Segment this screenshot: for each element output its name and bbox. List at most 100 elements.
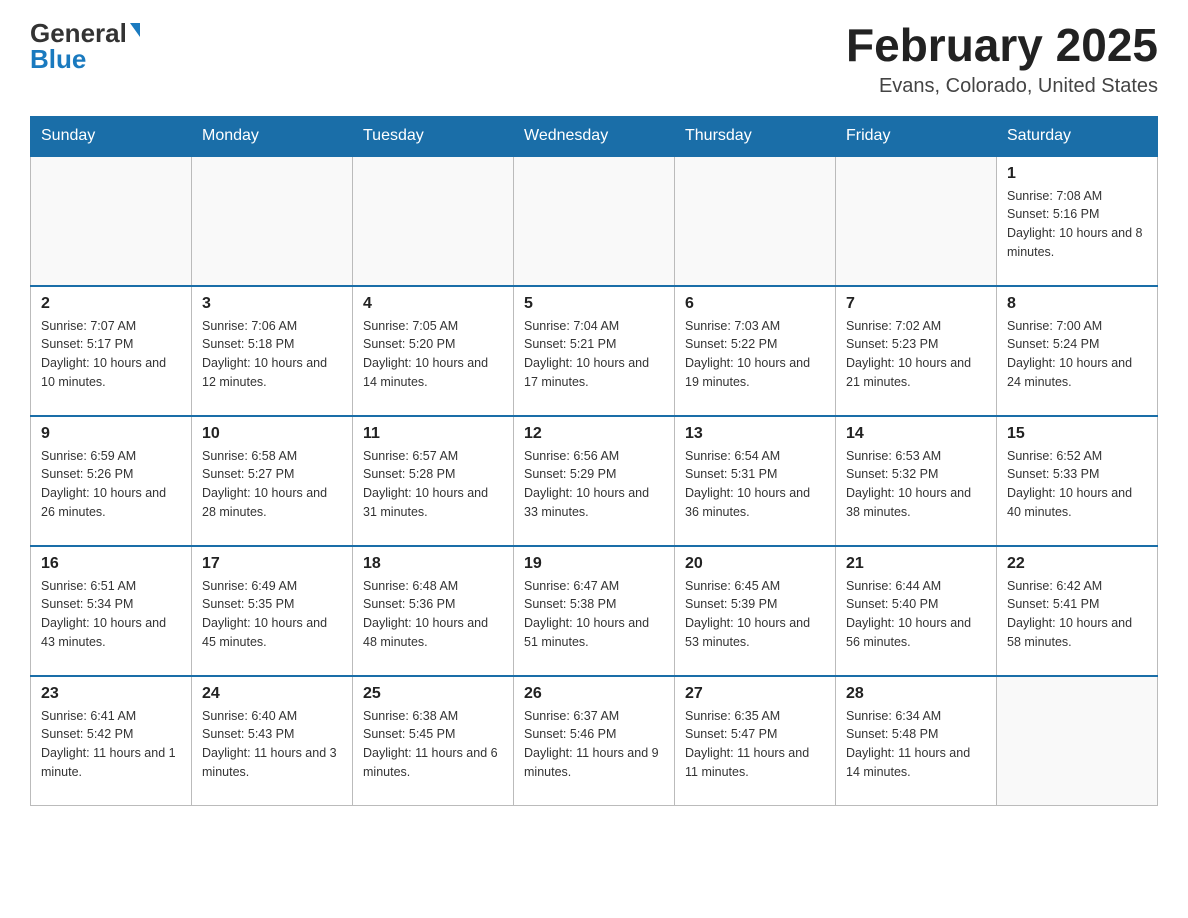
calendar-cell: 20 Sunrise: 6:45 AMSunset: 5:39 PMDayligh…: [675, 546, 836, 676]
calendar-cell: 17 Sunrise: 6:49 AMSunset: 5:35 PMDayligh…: [192, 546, 353, 676]
day-info: Sunrise: 7:06 AMSunset: 5:18 PMDaylight:…: [202, 317, 342, 392]
day-info: Sunrise: 6:37 AMSunset: 5:46 PMDaylight:…: [524, 707, 664, 782]
calendar-cell: 4 Sunrise: 7:05 AMSunset: 5:20 PMDaylight…: [353, 286, 514, 416]
day-number: 13: [685, 425, 825, 443]
day-number: 17: [202, 555, 342, 573]
day-number: 6: [685, 295, 825, 313]
weekday-header-wednesday: Wednesday: [514, 116, 675, 156]
calendar-cell: 24 Sunrise: 6:40 AMSunset: 5:43 PMDayligh…: [192, 676, 353, 806]
weekday-header-row: SundayMondayTuesdayWednesdayThursdayFrid…: [31, 116, 1158, 156]
logo-general-text: General: [30, 20, 127, 46]
day-info: Sunrise: 6:44 AMSunset: 5:40 PMDaylight:…: [846, 577, 986, 652]
page-header: General Blue February 2025 Evans, Colora…: [30, 20, 1158, 98]
weekday-header-friday: Friday: [836, 116, 997, 156]
calendar-table: SundayMondayTuesdayWednesdayThursdayFrid…: [30, 116, 1158, 807]
calendar-cell: [836, 156, 997, 286]
day-number: 14: [846, 425, 986, 443]
calendar-cell: 9Sunrise: 6:59 AMSunset: 5:26 PMDaylight…: [31, 416, 192, 546]
calendar-week-4: 16 Sunrise: 6:51 AMSunset: 5:34 PMDayligh…: [31, 546, 1158, 676]
day-number: 4: [363, 295, 503, 313]
day-info: Sunrise: 6:59 AMSunset: 5:26 PMDaylight:…: [41, 447, 181, 522]
calendar-cell: [997, 676, 1158, 806]
day-number: 1: [1007, 165, 1147, 183]
calendar-cell: 5 Sunrise: 7:04 AMSunset: 5:21 PMDaylight…: [514, 286, 675, 416]
day-number: 5: [524, 295, 664, 313]
weekday-header-thursday: Thursday: [675, 116, 836, 156]
day-number: 10: [202, 425, 342, 443]
calendar-cell: 1 Sunrise: 7:08 AMSunset: 5:16 PMDaylight…: [997, 156, 1158, 286]
calendar-cell: 10 Sunrise: 6:58 AMSunset: 5:27 PMDayligh…: [192, 416, 353, 546]
day-info: Sunrise: 6:57 AMSunset: 5:28 PMDaylight:…: [363, 447, 503, 522]
calendar-cell: 28 Sunrise: 6:34 AMSunset: 5:48 PMDayligh…: [836, 676, 997, 806]
calendar-cell: 6 Sunrise: 7:03 AMSunset: 5:22 PMDaylight…: [675, 286, 836, 416]
weekday-header-sunday: Sunday: [31, 116, 192, 156]
calendar-cell: 22 Sunrise: 6:42 AMSunset: 5:41 PMDayligh…: [997, 546, 1158, 676]
day-number: 25: [363, 685, 503, 703]
day-info: Sunrise: 7:05 AMSunset: 5:20 PMDaylight:…: [363, 317, 503, 392]
calendar-cell: 12 Sunrise: 6:56 AMSunset: 5:29 PMDayligh…: [514, 416, 675, 546]
calendar-week-1: 1 Sunrise: 7:08 AMSunset: 5:16 PMDaylight…: [31, 156, 1158, 286]
calendar-cell: 18Sunrise: 6:48 AMSunset: 5:36 PMDayligh…: [353, 546, 514, 676]
calendar-week-3: 9Sunrise: 6:59 AMSunset: 5:26 PMDaylight…: [31, 416, 1158, 546]
day-info: Sunrise: 6:34 AMSunset: 5:48 PMDaylight:…: [846, 707, 986, 782]
day-info: Sunrise: 6:45 AMSunset: 5:39 PMDaylight:…: [685, 577, 825, 652]
day-info: Sunrise: 7:02 AMSunset: 5:23 PMDaylight:…: [846, 317, 986, 392]
day-info: Sunrise: 7:08 AMSunset: 5:16 PMDaylight:…: [1007, 187, 1147, 262]
day-info: Sunrise: 7:03 AMSunset: 5:22 PMDaylight:…: [685, 317, 825, 392]
calendar-cell: 13 Sunrise: 6:54 AMSunset: 5:31 PMDayligh…: [675, 416, 836, 546]
day-info: Sunrise: 6:58 AMSunset: 5:27 PMDaylight:…: [202, 447, 342, 522]
calendar-week-5: 23 Sunrise: 6:41 AMSunset: 5:42 PMDayligh…: [31, 676, 1158, 806]
day-number: 11: [363, 425, 503, 443]
day-number: 23: [41, 685, 181, 703]
day-number: 7: [846, 295, 986, 313]
calendar-cell: [353, 156, 514, 286]
calendar-week-2: 2 Sunrise: 7:07 AMSunset: 5:17 PMDaylight…: [31, 286, 1158, 416]
calendar-cell: 8 Sunrise: 7:00 AMSunset: 5:24 PMDaylight…: [997, 286, 1158, 416]
day-number: 3: [202, 295, 342, 313]
day-info: Sunrise: 7:04 AMSunset: 5:21 PMDaylight:…: [524, 317, 664, 392]
day-number: 27: [685, 685, 825, 703]
day-number: 26: [524, 685, 664, 703]
day-info: Sunrise: 6:56 AMSunset: 5:29 PMDaylight:…: [524, 447, 664, 522]
day-info: Sunrise: 6:41 AMSunset: 5:42 PMDaylight:…: [41, 707, 181, 782]
day-number: 24: [202, 685, 342, 703]
day-info: Sunrise: 6:54 AMSunset: 5:31 PMDaylight:…: [685, 447, 825, 522]
logo-blue-text: Blue: [30, 44, 86, 74]
calendar-cell: 11 Sunrise: 6:57 AMSunset: 5:28 PMDayligh…: [353, 416, 514, 546]
calendar-cell: 3 Sunrise: 7:06 AMSunset: 5:18 PMDaylight…: [192, 286, 353, 416]
day-number: 28: [846, 685, 986, 703]
calendar-cell: [192, 156, 353, 286]
day-number: 8: [1007, 295, 1147, 313]
calendar-cell: 16 Sunrise: 6:51 AMSunset: 5:34 PMDayligh…: [31, 546, 192, 676]
calendar-cell: 2 Sunrise: 7:07 AMSunset: 5:17 PMDaylight…: [31, 286, 192, 416]
day-number: 20: [685, 555, 825, 573]
day-info: Sunrise: 7:00 AMSunset: 5:24 PMDaylight:…: [1007, 317, 1147, 392]
calendar-cell: 21Sunrise: 6:44 AMSunset: 5:40 PMDayligh…: [836, 546, 997, 676]
calendar-cell: 23 Sunrise: 6:41 AMSunset: 5:42 PMDayligh…: [31, 676, 192, 806]
day-info: Sunrise: 7:07 AMSunset: 5:17 PMDaylight:…: [41, 317, 181, 392]
day-info: Sunrise: 6:51 AMSunset: 5:34 PMDaylight:…: [41, 577, 181, 652]
weekday-header-monday: Monday: [192, 116, 353, 156]
day-info: Sunrise: 6:47 AMSunset: 5:38 PMDaylight:…: [524, 577, 664, 652]
weekday-header-saturday: Saturday: [997, 116, 1158, 156]
day-number: 19: [524, 555, 664, 573]
day-number: 2: [41, 295, 181, 313]
day-info: Sunrise: 6:42 AMSunset: 5:41 PMDaylight:…: [1007, 577, 1147, 652]
day-number: 22: [1007, 555, 1147, 573]
calendar-cell: [514, 156, 675, 286]
day-info: Sunrise: 6:40 AMSunset: 5:43 PMDaylight:…: [202, 707, 342, 782]
calendar-cell: 7 Sunrise: 7:02 AMSunset: 5:23 PMDaylight…: [836, 286, 997, 416]
day-number: 18: [363, 555, 503, 573]
day-info: Sunrise: 6:49 AMSunset: 5:35 PMDaylight:…: [202, 577, 342, 652]
day-number: 12: [524, 425, 664, 443]
day-number: 16: [41, 555, 181, 573]
weekday-header-tuesday: Tuesday: [353, 116, 514, 156]
calendar-cell: 14 Sunrise: 6:53 AMSunset: 5:32 PMDayligh…: [836, 416, 997, 546]
calendar-cell: 27Sunrise: 6:35 AMSunset: 5:47 PMDayligh…: [675, 676, 836, 806]
title-section: February 2025 Evans, Colorado, United St…: [846, 20, 1158, 98]
calendar-cell: 15Sunrise: 6:52 AMSunset: 5:33 PMDayligh…: [997, 416, 1158, 546]
day-info: Sunrise: 6:52 AMSunset: 5:33 PMDaylight:…: [1007, 447, 1147, 522]
location-title: Evans, Colorado, United States: [846, 75, 1158, 98]
day-info: Sunrise: 6:53 AMSunset: 5:32 PMDaylight:…: [846, 447, 986, 522]
calendar-cell: 26 Sunrise: 6:37 AMSunset: 5:46 PMDayligh…: [514, 676, 675, 806]
